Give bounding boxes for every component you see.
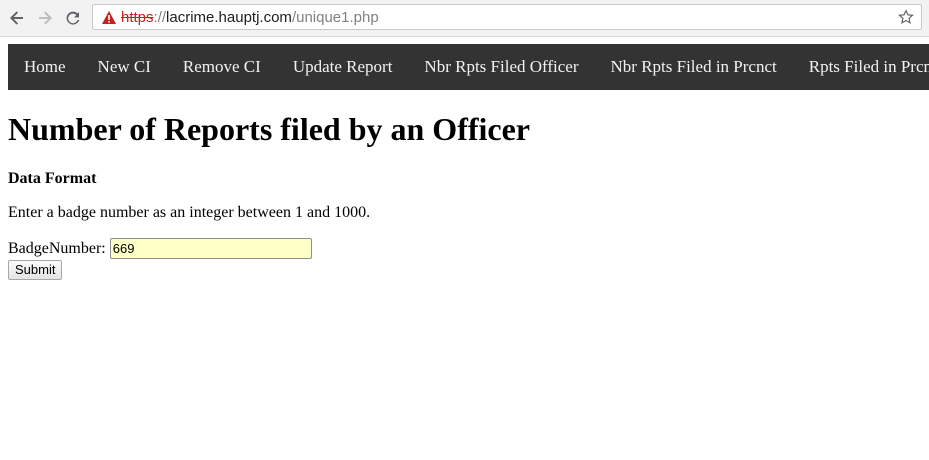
url-scheme: https <box>121 8 154 26</box>
data-format-heading: Data Format <box>8 170 97 187</box>
back-arrow-icon[interactable] <box>6 7 28 29</box>
data-format-instructions: Enter a badge number as an integer betwe… <box>8 204 371 221</box>
nav-link-reports-in-precinct[interactable]: Rpts Filed in Prcnct <box>793 44 929 90</box>
nav-link-reports-count-precinct[interactable]: Nbr Rpts Filed in Prcnct <box>595 44 793 90</box>
reload-icon[interactable] <box>62 7 84 29</box>
browser-toolbar: https://lacrime.hauptj.com/unique1.php <box>0 0 929 37</box>
nav-link-reports-by-officer[interactable]: Nbr Rpts Filed Officer <box>408 44 594 90</box>
badge-form-row: BadgeNumber: <box>8 238 312 259</box>
nav-link-remove-ci[interactable]: Remove CI <box>167 44 277 90</box>
url-path: /unique1.php <box>291 8 379 26</box>
nav-link-home[interactable]: Home <box>8 44 82 90</box>
submit-button[interactable]: Submit <box>8 260 63 280</box>
nav-link-new-ci[interactable]: New CI <box>82 44 167 90</box>
not-secure-warning-icon[interactable] <box>101 10 117 25</box>
badge-number-input[interactable] <box>109 238 312 259</box>
site-nav-bar: Home New CI Remove CI Update Report Nbr … <box>8 44 929 90</box>
url-separator: :// <box>153 8 167 26</box>
nav-link-update-report[interactable]: Update Report <box>277 44 409 90</box>
url-host: lacrime.hauptj.com <box>166 8 292 26</box>
badge-number-label: BadgeNumber: <box>8 239 106 257</box>
address-bar[interactable]: https://lacrime.hauptj.com/unique1.php <box>92 4 922 30</box>
bookmark-star-icon[interactable] <box>897 8 915 26</box>
forward-arrow-icon[interactable] <box>34 7 56 29</box>
page-title: Number of Reports filed by an Officer <box>8 111 530 147</box>
